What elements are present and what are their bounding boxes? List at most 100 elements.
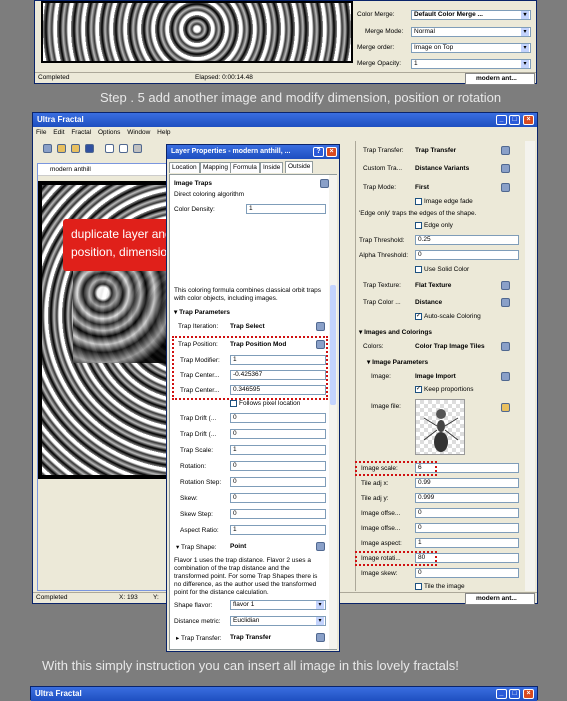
dialog-scrollbar[interactable] [329, 175, 337, 649]
maximize-button[interactable]: □ [509, 115, 520, 125]
flavor-description: Flavor 1 uses the trap distance. Flavor … [174, 557, 318, 596]
shape-flavor-select[interactable]: flavor 1 [230, 600, 326, 610]
skew-field[interactable]: 0 [230, 493, 326, 503]
rp-image-parameters[interactable]: ▾ Image Parameters [367, 358, 428, 366]
highlight-image-scale [355, 461, 437, 476]
rp-images-colorings[interactable]: ▾ Images and Colorings [359, 328, 432, 336]
rp-formula-icon-3[interactable] [501, 183, 510, 192]
rotation-step-field[interactable]: 0 [230, 477, 326, 487]
trap-iteration-icon[interactable] [316, 322, 325, 331]
tab-inside[interactable]: Inside [260, 162, 284, 173]
rp-colors-value[interactable]: Color Trap Image Tiles [415, 343, 485, 350]
rp-image-offset-y-field[interactable]: 0 [415, 523, 519, 533]
menu-help[interactable]: Help [157, 129, 170, 136]
rp-formula-icon-4[interactable] [501, 281, 510, 290]
rp-trap-threshold-field[interactable]: 0.25 [415, 235, 519, 245]
bottom-maximize-button[interactable]: □ [509, 689, 520, 699]
bottom-minimize-button[interactable]: _ [496, 689, 507, 699]
new-icon[interactable] [43, 144, 52, 153]
menu-options[interactable]: Options [98, 129, 120, 136]
ant-thumbnail[interactable] [415, 399, 465, 455]
rp-tile-adj-y-field[interactable]: 0.999 [415, 493, 519, 503]
top-merge-mode-select[interactable]: Normal [411, 27, 531, 37]
menu-edit[interactable]: Edit [53, 129, 64, 136]
rp-trap-mode-value[interactable]: First [415, 184, 429, 191]
menu-file[interactable]: File [36, 129, 46, 136]
rp-tile-adj-x-field[interactable]: 0.99 [415, 478, 519, 488]
rp-formula-icon-5[interactable] [501, 298, 510, 307]
rp-trap-color-value[interactable]: Distance [415, 299, 442, 306]
aspect-ratio-field[interactable]: 1 [230, 525, 326, 535]
rp-image-file-label: Image file: [371, 403, 401, 410]
trap-iteration-label: Trap Iteration: [178, 323, 219, 330]
tab-outside[interactable]: Outside [285, 161, 314, 173]
skew-step-field[interactable]: 0 [230, 509, 326, 519]
rp-edge-only[interactable]: Edge only [415, 222, 453, 229]
tab-mapping[interactable]: Mapping [200, 162, 231, 173]
right-scrollbar[interactable] [525, 141, 535, 591]
row2-label-5: Skew: [180, 495, 198, 502]
rp-image-aspect-field[interactable]: 1 [415, 538, 519, 548]
trap-drift-x-field[interactable]: 0 [230, 413, 326, 423]
top-merge-opacity-field[interactable]: 1 [411, 59, 531, 69]
dialog-trap-transfer-value[interactable]: Trap Transfer [230, 634, 271, 641]
distance-metric-select[interactable]: Euclidian [230, 616, 326, 626]
menu-window[interactable]: Window [127, 129, 150, 136]
color-density-field[interactable]: 1 [246, 204, 326, 214]
fractal-center [73, 263, 173, 363]
trap-parameters-header[interactable]: ▾ Trap Parameters [174, 308, 230, 316]
rp-browse-folder-icon[interactable] [501, 403, 510, 412]
dialog-trap-transfer-icon[interactable] [316, 633, 325, 642]
rp-keep-proportions[interactable]: ✓ Keep proportions [415, 386, 474, 393]
tab-formula[interactable]: Formula [230, 162, 260, 173]
rp-trap-transfer-value[interactable]: Trap Transfer [415, 147, 456, 154]
dialog-close-button[interactable]: × [326, 147, 337, 157]
rp-row-label-7: Image skew: [361, 570, 398, 577]
rp-custom-tra-value[interactable]: Distance Variants [415, 165, 469, 172]
rotation-field[interactable]: 0 [230, 461, 326, 471]
tab-location[interactable]: Location [169, 162, 200, 173]
redo-icon[interactable] [119, 144, 128, 153]
menu-bar: File Edit Fractal Options Window Help [33, 127, 537, 138]
follows-pixel-checkbox[interactable]: Follows pixel location [230, 400, 300, 407]
close-button[interactable]: × [523, 115, 534, 125]
dialog-help-button[interactable]: ? [313, 147, 324, 157]
menu-fractal[interactable]: Fractal [71, 129, 91, 136]
zoom-icon[interactable] [133, 144, 142, 153]
caption-bottom: With this simply instruction you can ins… [42, 658, 459, 673]
top-color-merge-select[interactable]: Default Color Merge ... [411, 10, 531, 20]
formula-browse-icon[interactable] [320, 179, 329, 188]
rp-tile-the-image[interactable]: Tile the image [415, 583, 465, 590]
minimize-button[interactable]: _ [496, 115, 507, 125]
rp-trap-texture-value[interactable]: Flat Texture [415, 282, 451, 289]
open-icon[interactable] [57, 144, 66, 153]
rp-auto-scale[interactable]: ✓ Auto-scale Coloring [415, 313, 481, 320]
main-title-bar: Ultra Fractal _ □ × [33, 113, 537, 127]
rp-image-value[interactable]: Image Import [415, 373, 456, 380]
rp-use-solid-color[interactable]: Use Solid Color [415, 266, 469, 273]
top-merge-order-select[interactable]: Image on Top [411, 43, 531, 53]
rp-formula-icon-1[interactable] [501, 146, 510, 155]
top-row-label-2: Merge order: [357, 44, 395, 51]
main-status-y: Y: [153, 594, 159, 601]
rp-image-skew-field[interactable]: 0 [415, 568, 519, 578]
trap-shape-icon[interactable] [316, 542, 325, 551]
trap-scale-field[interactable]: 1 [230, 445, 326, 455]
trap-iteration-value[interactable]: Trap Select [230, 323, 265, 330]
save-icon[interactable] [85, 144, 94, 153]
rp-formula-icon-6[interactable] [501, 342, 510, 351]
rp-alpha-threshold-field[interactable]: 0 [415, 250, 519, 260]
rp-image-offset-x-field[interactable]: 0 [415, 508, 519, 518]
bottom-close-button[interactable]: × [523, 689, 534, 699]
rp-row-label-5: Image aspect: [361, 540, 402, 547]
doc-title: modern anthill [38, 164, 168, 176]
trap-shape-value[interactable]: Point [230, 543, 246, 550]
folder-icon[interactable] [71, 144, 80, 153]
rp-formula-icon-2[interactable] [501, 164, 510, 173]
rp-image-edge-fade[interactable]: Image edge fade [415, 198, 473, 205]
rp-formula-icon-7[interactable] [501, 372, 510, 381]
trap-drift-y-field[interactable]: 0 [230, 429, 326, 439]
dialog-scroll-thumb[interactable] [330, 285, 336, 405]
toolbar [33, 140, 173, 156]
undo-icon[interactable] [105, 144, 114, 153]
